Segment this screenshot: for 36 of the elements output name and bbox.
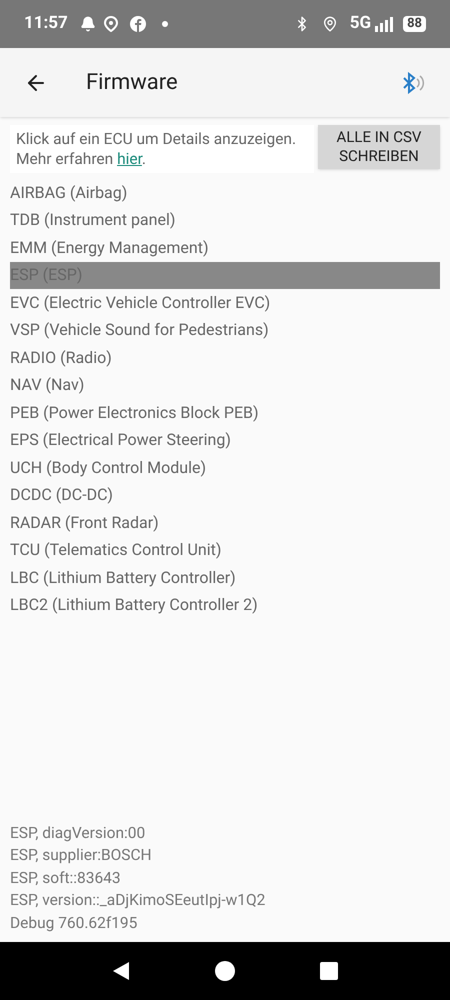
ecu-list-item[interactable]: EMM (Energy Management) [10, 234, 440, 262]
ecu-list-item[interactable]: NAV (Nav) [10, 372, 440, 399]
status-time: 11:57 [24, 12, 68, 36]
detail-line: ESP, version::_aDjKimoSEeutIpj-w1Q2 [10, 890, 266, 911]
ecu-list-item[interactable]: TCU (Telematics Control Unit) [10, 536, 440, 564]
ecu-list-item[interactable]: EVC (Electric Vehicle Controller EVC) [10, 289, 440, 316]
location-pin-icon [104, 16, 118, 32]
ecu-list-item[interactable]: VSP (Vehicle Sound for Pedestrians) [10, 316, 440, 344]
recents-nav-icon[interactable] [320, 962, 338, 980]
facebook-icon [130, 16, 146, 32]
detail-line: ESP, diagVersion:00 [10, 822, 146, 844]
signal-icon [375, 16, 396, 32]
ecu-list-item[interactable]: TDB (Instrument panel) [10, 206, 440, 234]
export-csv-button[interactable]: ALLE IN CSV SCHREIBEN [318, 125, 440, 169]
ecu-list-item[interactable]: RADIO (Radio) [10, 344, 440, 372]
back-nav-icon[interactable] [112, 961, 130, 981]
info-text: Klick auf ein ECU um Details anzuzeigen. Mehr erfahren hier. [10, 125, 314, 173]
ecu-list-item[interactable]: LBC (Lithium Battery Controller) [10, 564, 440, 592]
network-label: 5G [350, 12, 372, 36]
ecu-list-item[interactable]: PEB (Power Electronics Block PEB) [10, 399, 440, 426]
location-icon [322, 16, 338, 32]
detail-line: ESP, supplier:BOSCH [10, 845, 153, 866]
ecu-list-item[interactable]: LBC2 (Lithium Battery Controller 2) [10, 592, 440, 619]
detail-line: ESP, soft::83643 [10, 868, 122, 888]
ecu-list-item[interactable]: RADAR (Front Radar) [10, 509, 440, 536]
dot-icon [162, 21, 168, 27]
ecu-list-item[interactable]: UCH (Body Control Module) [10, 454, 440, 482]
ecu-list-item[interactable]: DCDC (DC-DC) [10, 482, 440, 509]
bell-icon [80, 16, 96, 32]
more-link[interactable]: hier [117, 150, 142, 168]
home-nav-icon[interactable] [214, 961, 235, 981]
battery-indicator: 88 [403, 16, 426, 32]
ecu-list-item[interactable]: EPS (Electrical Power Steering) [10, 426, 440, 454]
ecu-list-item[interactable]: AIRBAG (Airbag) [10, 179, 440, 206]
detail-line: Debug 760.62f195 [10, 912, 138, 934]
screen-title: Firmware [86, 69, 178, 97]
